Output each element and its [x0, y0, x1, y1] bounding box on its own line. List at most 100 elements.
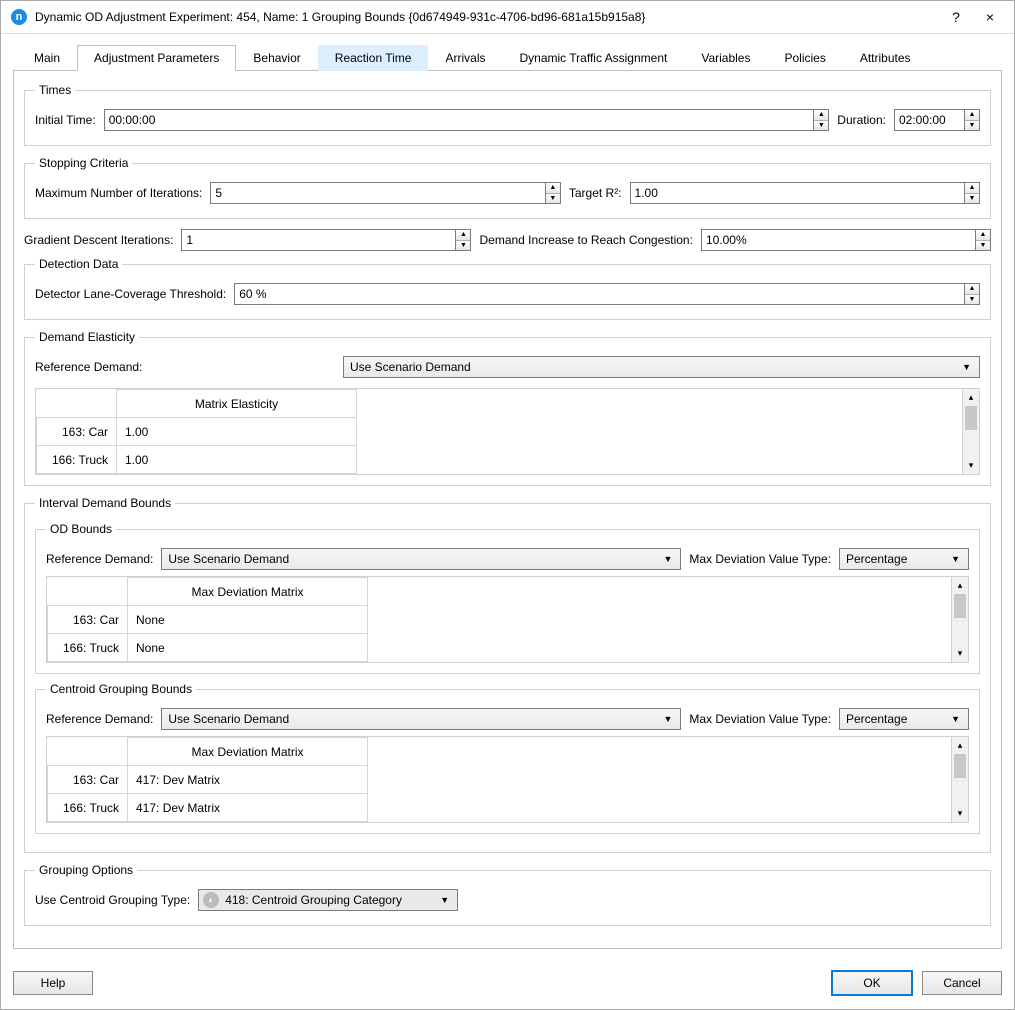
od-ref-demand-dropdown[interactable]: Use Scenario Demand ▼: [161, 548, 681, 570]
target-r2-spinner[interactable]: ▲▼: [964, 182, 980, 204]
spin-up-icon[interactable]: ▲: [546, 183, 560, 194]
target-r2-field[interactable]: [630, 182, 964, 204]
spin-down-icon[interactable]: ▼: [814, 121, 828, 131]
initial-time-input[interactable]: ▲▼: [104, 109, 830, 131]
close-titlebar-button[interactable]: ×: [976, 7, 1004, 27]
stopping-legend: Stopping Criteria: [35, 156, 132, 170]
cb-scrollbar[interactable]: ▴ ▾: [951, 737, 968, 822]
dlct-spinner[interactable]: ▲▼: [964, 283, 980, 305]
initial-time-field[interactable]: [104, 109, 814, 131]
cb-max-dev-type-value: Percentage: [844, 712, 947, 726]
gdi-field[interactable]: [181, 229, 455, 251]
spin-down-icon[interactable]: ▼: [965, 194, 979, 204]
od-ref-demand-value: Use Scenario Demand: [166, 552, 659, 566]
spin-up-icon[interactable]: ▲: [965, 110, 979, 121]
scroll-up-icon[interactable]: ▴: [952, 737, 968, 754]
scrollbar-thumb[interactable]: [954, 594, 966, 618]
dlct-label: Detector Lane-Coverage Threshold:: [35, 287, 226, 301]
spin-down-icon[interactable]: ▼: [546, 194, 560, 204]
cb-col-header: Max Deviation Matrix: [128, 738, 368, 766]
tab-policies[interactable]: Policies: [767, 45, 842, 71]
tab-dynamic-traffic-assignment[interactable]: Dynamic Traffic Assignment: [503, 45, 685, 71]
de-cell-0[interactable]: 1.00: [117, 418, 357, 446]
duration-input[interactable]: ▲▼: [894, 109, 980, 131]
od-cell-1[interactable]: None: [128, 634, 368, 662]
cancel-button[interactable]: Cancel: [922, 971, 1002, 995]
de-ref-demand-dropdown[interactable]: Use Scenario Demand ▼: [343, 356, 980, 378]
de-row-label-0: 163: Car: [37, 418, 117, 446]
scroll-down-icon[interactable]: ▾: [952, 645, 968, 662]
od-cell-0[interactable]: None: [128, 606, 368, 634]
interval-bounds-group: Interval Demand Bounds OD Bounds Referen…: [24, 496, 991, 853]
tab-main[interactable]: Main: [17, 45, 77, 71]
tab-arrivals[interactable]: Arrivals: [428, 45, 502, 71]
initial-time-spinner[interactable]: ▲▼: [813, 109, 829, 131]
max-iter-spinner[interactable]: ▲▼: [545, 182, 561, 204]
content-area: MainAdjustment ParametersBehaviorReactio…: [1, 34, 1014, 961]
chevron-down-icon: ▼: [947, 714, 964, 724]
spin-up-icon[interactable]: ▲: [965, 183, 979, 194]
cb-row-label-0: 163: Car: [48, 766, 128, 794]
dlct-field[interactable]: [234, 283, 964, 305]
de-table: Matrix Elasticity 163: Car1.00 166: Truc…: [36, 389, 357, 474]
app-icon: n: [11, 9, 27, 25]
max-iter-label: Maximum Number of Iterations:: [35, 186, 202, 200]
centroid-bounds-group: Centroid Grouping Bounds Reference Deman…: [35, 682, 980, 834]
spin-up-icon[interactable]: ▲: [814, 110, 828, 121]
spin-down-icon[interactable]: ▼: [965, 295, 979, 305]
de-ref-demand-label: Reference Demand:: [35, 360, 335, 374]
max-iter-input[interactable]: ▲▼: [210, 182, 560, 204]
spin-up-icon[interactable]: ▲: [456, 230, 470, 241]
scroll-down-icon[interactable]: ▾: [952, 805, 968, 822]
stopping-criteria-group: Stopping Criteria Maximum Number of Iter…: [24, 156, 991, 219]
de-scrollbar[interactable]: ▴ ▾: [962, 389, 979, 474]
gdi-label: Gradient Descent Iterations:: [24, 233, 173, 247]
cb-cell-0[interactable]: 417: Dev Matrix: [128, 766, 368, 794]
table-row: 166: Truck1.00: [37, 446, 357, 474]
gdi-spinner[interactable]: ▲▼: [455, 229, 471, 251]
initial-time-label: Initial Time:: [35, 113, 96, 127]
tab-attributes[interactable]: Attributes: [843, 45, 928, 71]
duration-spinner[interactable]: ▲▼: [964, 109, 980, 131]
dirc-field[interactable]: [701, 229, 975, 251]
od-ref-demand-label: Reference Demand:: [46, 552, 153, 566]
scroll-up-icon[interactable]: ▴: [963, 389, 979, 406]
od-col-header: Max Deviation Matrix: [128, 578, 368, 606]
tab-behavior[interactable]: Behavior: [236, 45, 317, 71]
tab-adjustment-parameters[interactable]: Adjustment Parameters: [77, 45, 236, 71]
dlct-input[interactable]: ▲▼: [234, 283, 980, 305]
tab-variables[interactable]: Variables: [684, 45, 767, 71]
dirc-input[interactable]: ▲▼: [701, 229, 991, 251]
dirc-spinner[interactable]: ▲▼: [975, 229, 991, 251]
help-titlebar-button[interactable]: ?: [942, 7, 970, 27]
cb-max-dev-type-dropdown[interactable]: Percentage ▼: [839, 708, 969, 730]
cb-matrix-area: Max Deviation Matrix 163: Car417: Dev Ma…: [46, 736, 969, 823]
ok-button[interactable]: OK: [832, 971, 912, 995]
spin-down-icon[interactable]: ▼: [976, 241, 990, 251]
scroll-down-icon[interactable]: ▾: [963, 457, 979, 474]
gdi-input[interactable]: ▲▼: [181, 229, 471, 251]
scrollbar-thumb[interactable]: [965, 406, 977, 430]
scroll-up-icon[interactable]: ▴: [952, 577, 968, 594]
spin-up-icon[interactable]: ▲: [965, 284, 979, 295]
duration-field[interactable]: [894, 109, 964, 131]
cb-cell-1[interactable]: 417: Dev Matrix: [128, 794, 368, 822]
dialog-window: n Dynamic OD Adjustment Experiment: 454,…: [0, 0, 1015, 1010]
use-cgt-label: Use Centroid Grouping Type:: [35, 893, 190, 907]
cb-ref-demand-dropdown[interactable]: Use Scenario Demand ▼: [161, 708, 681, 730]
tab-reaction-time[interactable]: Reaction Time: [318, 45, 429, 71]
use-cgt-value: 418: Centroid Grouping Category: [223, 893, 436, 907]
de-ref-demand-value: Use Scenario Demand: [348, 360, 958, 374]
cb-row-label-1: 166: Truck: [48, 794, 128, 822]
spin-down-icon[interactable]: ▼: [965, 121, 979, 131]
help-button[interactable]: Help: [13, 971, 93, 995]
spin-down-icon[interactable]: ▼: [456, 241, 470, 251]
od-max-dev-type-dropdown[interactable]: Percentage ▼: [839, 548, 969, 570]
max-iter-field[interactable]: [210, 182, 544, 204]
target-r2-input[interactable]: ▲▼: [630, 182, 980, 204]
use-cgt-dropdown[interactable]: ◐ 418: Centroid Grouping Category ▼: [198, 889, 458, 911]
de-cell-1[interactable]: 1.00: [117, 446, 357, 474]
od-scrollbar[interactable]: ▴ ▾: [951, 577, 968, 662]
scrollbar-thumb[interactable]: [954, 754, 966, 778]
spin-up-icon[interactable]: ▲: [976, 230, 990, 241]
